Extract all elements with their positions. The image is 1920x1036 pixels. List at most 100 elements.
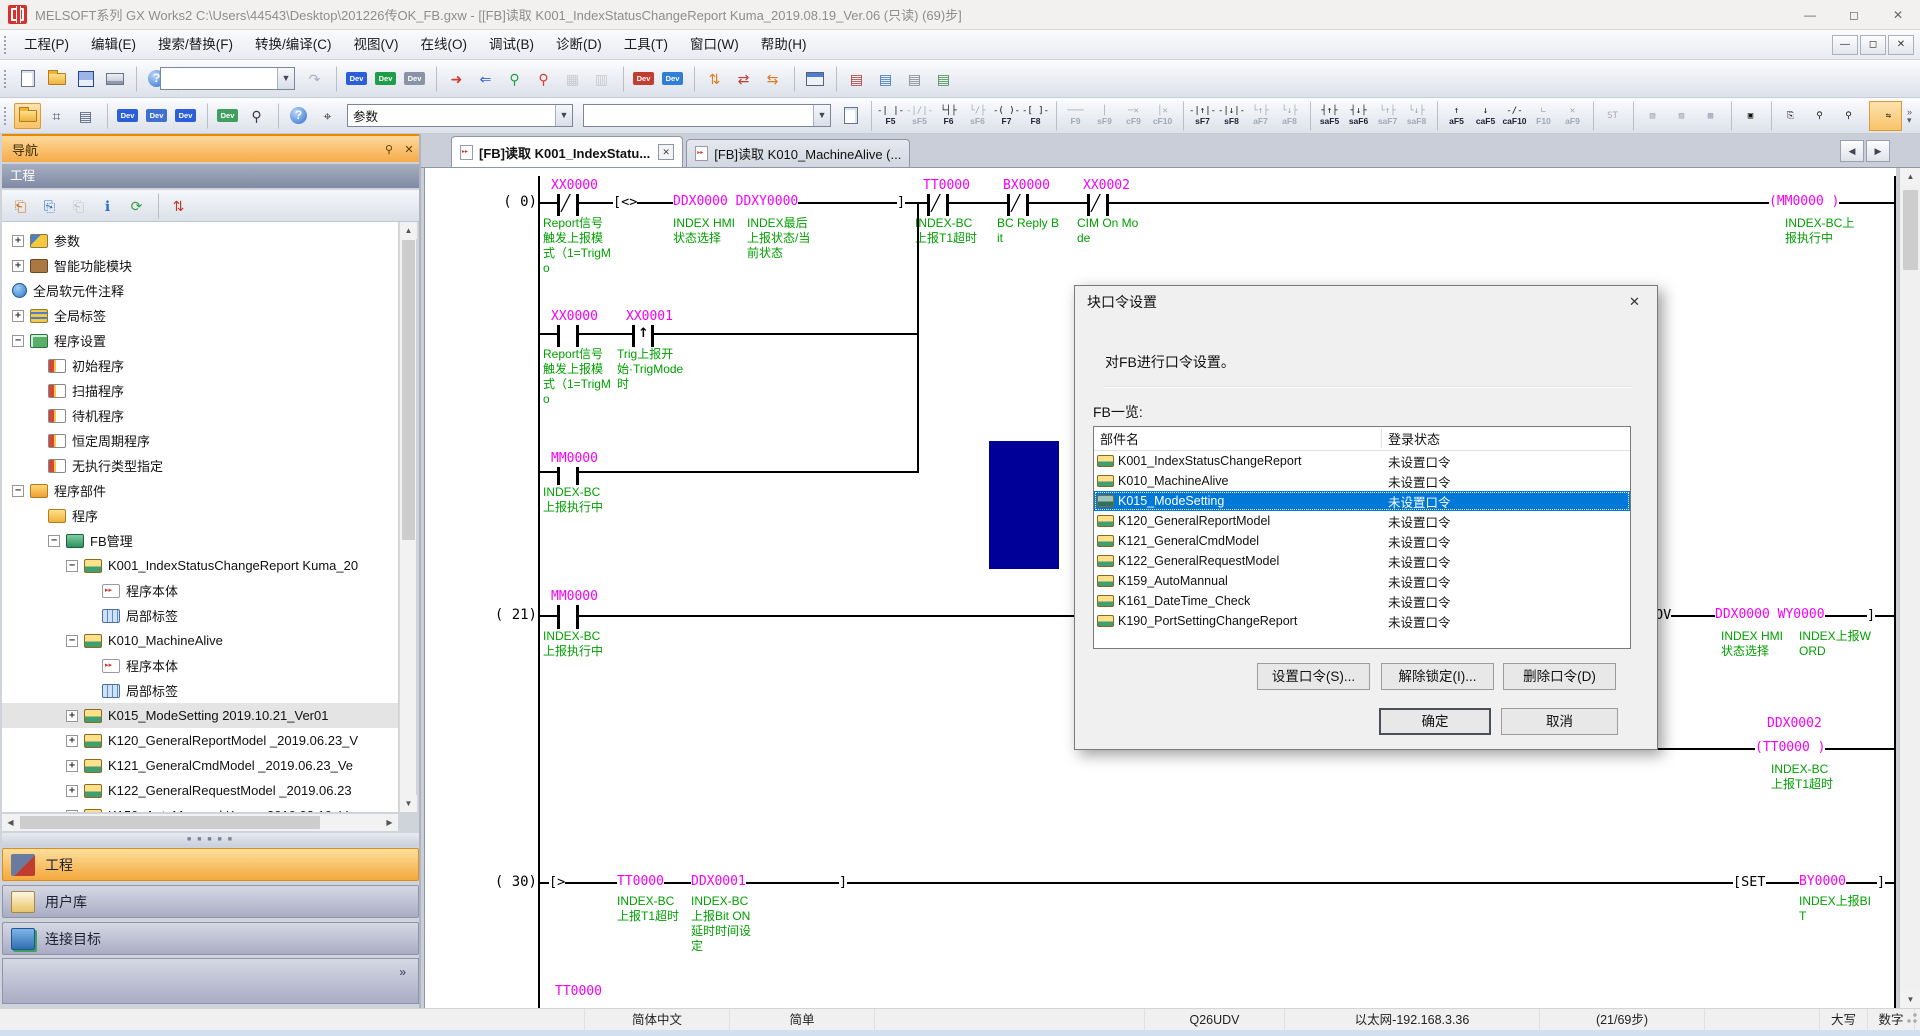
ok-button[interactable]: 确定 [1379,708,1491,735]
menu-compile[interactable]: 转换/编译(C) [244,31,343,59]
tree-item-initial-program[interactable]: 初始程序 [2,353,398,378]
menu-online[interactable]: 在线(O) [410,31,479,59]
tree-expander-icon[interactable] [66,560,78,572]
column-header-name[interactable]: 部件名 [1094,429,1382,448]
ladder-close-branch-button[interactable]: └/├ sF6 [964,101,991,131]
fb-list-row[interactable]: K122_GeneralRequestModel 未设置口令 [1094,551,1630,571]
statement-display-icon[interactable]: ▤ [872,66,899,92]
save-project-icon[interactable] [72,66,99,92]
pin-icon[interactable]: ⚲ [379,143,399,156]
display-target-fb-icon[interactable] [837,103,864,129]
device-write-monitor-icon[interactable]: Dev [336,66,370,92]
new-project-icon[interactable] [14,66,41,92]
menu-edit[interactable]: 编辑(E) [80,31,147,59]
ladder-delete-hline-button[interactable]: ─✕ cF9 [1120,101,1147,131]
ladder-delete-line-button[interactable]: ✕ aF9 [1559,101,1586,131]
menu-find-replace[interactable]: 搜索/替换(F) [147,31,244,59]
chevron-more-icon[interactable]: » [399,965,406,979]
menu-view[interactable]: 视图(V) [343,31,410,59]
menu-tool[interactable]: 工具(T) [613,31,679,59]
find-device-combobox[interactable]: ▼ [583,104,831,127]
nav-refresh-icon[interactable]: ⟳ [123,193,150,219]
tree-item-global-label[interactable]: 全局标签 [2,303,398,328]
tree-horizontal-scrollbar[interactable]: ◀ ▶ [2,814,398,831]
ladder-edit-a-icon[interactable]: ▧ [1633,101,1666,131]
tree-expander-icon[interactable] [12,485,24,497]
child-minimize-button[interactable]: — [1832,35,1858,55]
tree-expander-icon[interactable] [66,785,78,797]
scroll-left-icon[interactable]: ◀ [2,814,19,831]
ladder-invert-result-up-button[interactable]: ↑ aF5 [1437,101,1470,131]
ladder-pulse-no-branch-button[interactable]: └↑├ saF7 [1374,101,1401,131]
menu-debug[interactable]: 调试(B) [478,31,545,59]
tree-item-fixed-cycle-program[interactable]: 恒定周期程序 [2,428,398,453]
comment-edit-toggle-icon[interactable]: ⇋ [1869,101,1902,131]
ladder-invert-result-down-button[interactable]: ↓ caF5 [1472,101,1499,131]
tree-expander-icon[interactable] [66,710,78,722]
tree-item-k015[interactable]: K015_ModeSetting 2019.10.21_Ver01 [2,703,398,728]
monitor-condition-icon[interactable]: ▥ [588,66,615,92]
ladder-open-branch-button[interactable]: └┤├ F6 [935,101,962,131]
ladder-pulse-nc-branch-button[interactable]: └↓├ saF8 [1403,101,1430,131]
tree-expander-icon[interactable] [66,635,78,647]
ladder-pulse-nc-button[interactable]: ┤↓├ saF6 [1345,101,1372,131]
fb-list-row[interactable]: K010_MachineAlive 未设置口令 [1094,471,1630,491]
restore-button[interactable]: ◻ [1832,0,1876,30]
menu-diagnostics[interactable]: 诊断(D) [545,31,613,59]
monitor-stop-icon[interactable]: ⚲ [530,66,557,92]
cancel-button[interactable]: 取消 [1501,708,1618,735]
fb-list-row[interactable]: K001_IndexStatusChangeReport 未设置口令 [1094,451,1630,471]
nav-property-icon[interactable]: ℹ [94,193,121,219]
column-header-status[interactable]: 登录状态 [1382,429,1630,448]
panel-splitter[interactable]: ■ ■ ■ ■ ■ [2,833,419,847]
nav-paste-icon[interactable]: ⎗ [65,193,92,219]
resize-grip[interactable] [1904,1012,1918,1026]
write-to-plc-icon[interactable]: ➜ [436,66,470,92]
tab-scroll-right-icon[interactable]: ▶ [1866,140,1890,162]
open-project-icon[interactable] [43,66,70,92]
tree-expander-icon[interactable] [12,235,24,247]
tree-item-k159[interactable]: K159_AutoMannual Kuma_2019.08.19_V [2,803,398,812]
device-label-combobox[interactable]: 参数 ▼ [347,104,573,127]
ladder-horizontal-line-button[interactable]: ─── F9 [1056,101,1089,131]
scroll-up-icon[interactable]: ▲ [1900,168,1920,185]
device-forced-io-icon[interactable]: Dev [659,66,686,92]
tree-item-parameter[interactable]: 参数 [2,228,398,253]
fb-list-row[interactable]: K159_AutoMannual 未设置口令 [1094,571,1630,591]
tree-expander-icon[interactable] [12,260,24,272]
tree-item-k010-body[interactable]: 程序本体 [2,653,398,678]
help-2-icon[interactable]: ? [278,103,312,129]
tree-item-k001-body[interactable]: 程序本体 [2,578,398,603]
device-search-icon[interactable]: ⚲ [243,103,270,129]
monitor-pause-icon[interactable]: ▦ [559,66,586,92]
tree-item-intelligent-module[interactable]: 智能功能模块 [2,253,398,278]
transfer-setup-icon[interactable]: ⇅ [694,66,728,92]
ladder-delete-vline-button[interactable]: │✕ cF10 [1149,101,1176,131]
ladder-application-instruction-button[interactable]: -[ ]- F8 [1022,101,1049,131]
statement-edit-icon[interactable]: ⎘ [1771,101,1804,131]
chevron-down-icon[interactable]: ▼ [277,68,294,89]
navigation-window-toggle[interactable] [14,103,41,129]
nav-button-connection-destination[interactable]: 连接目标 [2,922,419,955]
ladder-rising-pulse-branch-button[interactable]: └↑├ aF7 [1247,101,1274,131]
device-memory-icon[interactable]: Dev [143,103,170,129]
tab-fb-k010[interactable]: [FB]读取 K010_MachineAlive (... ✕ [686,139,910,167]
tree-item-scan-program[interactable]: 扫描程序 [2,378,398,403]
tree-item-k001[interactable]: K001_IndexStatusChangeReport Kuma_20 [2,553,398,578]
toolbar-overflow-icon[interactable]: »▾ [1907,108,1912,124]
print-icon[interactable] [101,66,128,92]
child-close-button[interactable]: ✕ [1888,35,1914,55]
ladder-lline-button[interactable]: ∟ F10 [1530,101,1557,131]
tree-item-k121[interactable]: K121_GeneralCmdModel _2019.06.23_Ve [2,753,398,778]
cross-reference-icon[interactable]: ⌖ [314,103,341,129]
scroll-down-icon[interactable]: ▼ [400,795,417,812]
tree-expander-icon[interactable] [66,735,78,747]
set-password-button[interactable]: 设置口令(S)... [1257,663,1370,690]
tree-item-k001-local-label[interactable]: 局部标签 [2,603,398,628]
ladder-cursor[interactable] [989,441,1059,569]
remote-operation-icon[interactable] [794,66,828,92]
nav-sort-icon[interactable]: ⇅ [158,193,192,219]
dialog-close-icon[interactable]: ✕ [1612,287,1657,317]
nav-copy-icon[interactable]: ⎘ [36,193,63,219]
device-test-icon[interactable]: Dev [623,66,657,92]
